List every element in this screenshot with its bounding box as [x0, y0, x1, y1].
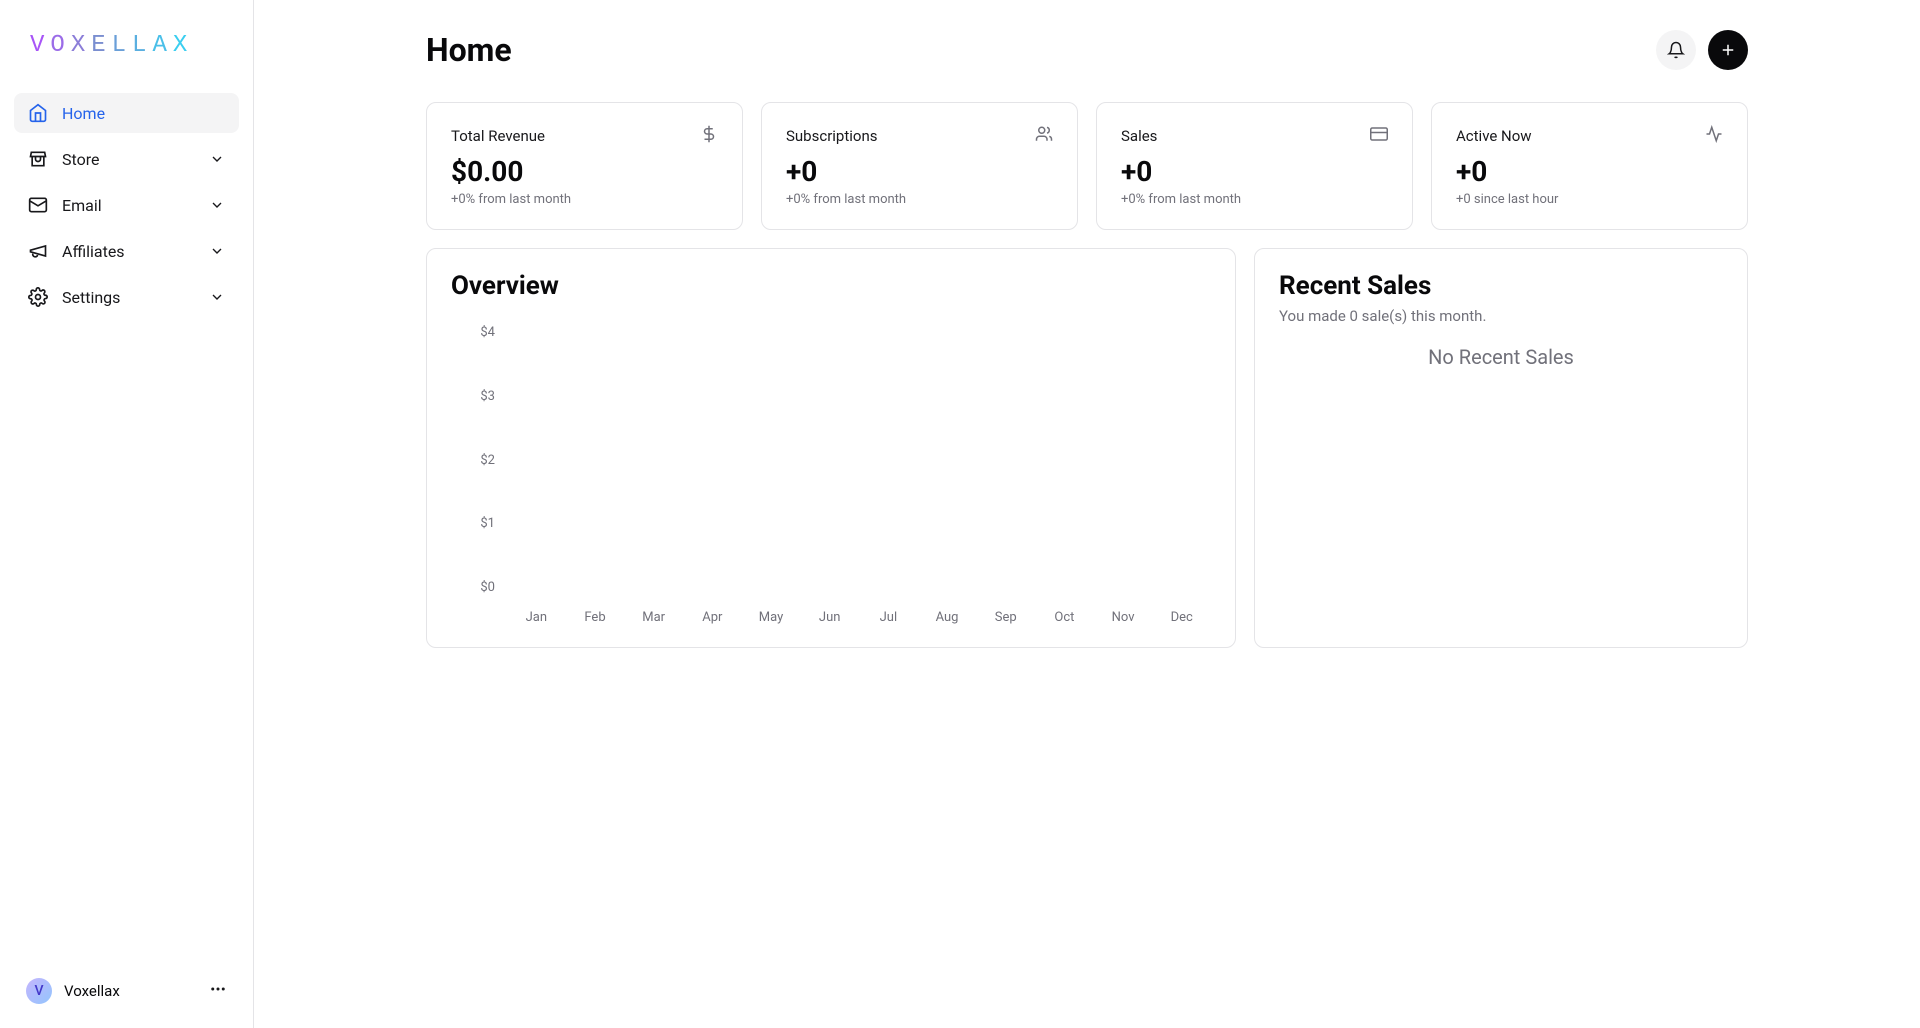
stat-sub: +0% from last month — [451, 192, 718, 207]
more-icon[interactable] — [209, 980, 227, 1002]
sidebar-item-label: Store — [62, 150, 99, 169]
brand-logo[interactable]: VOXELLAX — [14, 24, 239, 83]
x-tick: Apr — [683, 610, 742, 625]
y-tick: $3 — [451, 389, 507, 404]
chevron-down-icon — [209, 151, 225, 167]
chevron-down-icon — [209, 197, 225, 213]
add-button[interactable] — [1708, 30, 1748, 70]
x-tick: Oct — [1035, 610, 1094, 625]
y-tick: $1 — [451, 516, 507, 531]
stat-label: Subscriptions — [786, 127, 877, 145]
x-tick: Sep — [976, 610, 1035, 625]
mail-icon — [28, 195, 48, 215]
sidebar-item-label: Settings — [62, 288, 120, 307]
x-tick: May — [742, 610, 801, 625]
y-tick: $0 — [451, 580, 507, 595]
y-tick: $2 — [451, 453, 507, 468]
stat-label: Total Revenue — [451, 127, 545, 145]
x-tick: Jan — [507, 610, 566, 625]
chevron-down-icon — [209, 243, 225, 259]
stat-value: +0 — [786, 155, 1053, 188]
x-tick: Mar — [624, 610, 683, 625]
users-icon — [1035, 125, 1053, 147]
header-actions — [1656, 30, 1748, 70]
card-icon — [1370, 125, 1388, 147]
sidebar-item-label: Home — [62, 104, 105, 123]
home-icon — [28, 103, 48, 123]
stat-sub: +0% from last month — [786, 192, 1053, 207]
stat-card-sales: Sales +0 +0% from last month — [1096, 102, 1413, 230]
stat-sub: +0 since last hour — [1456, 192, 1723, 207]
stat-card-total-revenue: Total Revenue $0.00 +0% from last month — [426, 102, 743, 230]
stat-card-active-now: Active Now +0 +0 since last hour — [1431, 102, 1748, 230]
chart-y-axis: $4 $3 $2 $1 $0 — [451, 325, 507, 595]
x-tick: Aug — [918, 610, 977, 625]
sidebar-item-store[interactable]: Store — [14, 139, 239, 179]
x-tick: Jul — [859, 610, 918, 625]
sidebar-item-home[interactable]: Home — [14, 93, 239, 133]
stat-value: +0 — [1456, 155, 1723, 188]
sidebar: VOXELLAX Home Store Email Affiliates Set… — [0, 0, 254, 1028]
chart-x-axis: JanFebMarAprMayJunJulAugSepOctNovDec — [507, 610, 1211, 625]
sidebar-item-affiliates[interactable]: Affiliates — [14, 231, 239, 271]
page-title: Home — [426, 31, 512, 69]
megaphone-icon — [28, 241, 48, 261]
overview-title: Overview — [451, 271, 1211, 301]
stat-card-subscriptions: Subscriptions +0 +0% from last month — [761, 102, 1078, 230]
recent-subtitle: You made 0 sale(s) this month. — [1279, 307, 1723, 325]
dollar-icon — [700, 125, 718, 147]
sidebar-item-email[interactable]: Email — [14, 185, 239, 225]
x-tick: Dec — [1152, 610, 1211, 625]
sidebar-footer[interactable]: V Voxellax — [14, 970, 239, 1012]
stat-label: Active Now — [1456, 127, 1532, 145]
sidebar-item-settings[interactable]: Settings — [14, 277, 239, 317]
stat-sub: +0% from last month — [1121, 192, 1388, 207]
sidebar-item-label: Affiliates — [62, 242, 125, 261]
sidebar-nav: Home Store Email Affiliates Settings — [14, 93, 239, 317]
x-tick: Jun — [800, 610, 859, 625]
recent-empty: No Recent Sales — [1279, 345, 1723, 369]
recent-title: Recent Sales — [1279, 271, 1723, 301]
stats-row: Total Revenue $0.00 +0% from last month … — [426, 102, 1748, 230]
store-icon — [28, 149, 48, 169]
recent-sales-panel: Recent Sales You made 0 sale(s) this mon… — [1254, 248, 1748, 648]
page-header: Home — [426, 30, 1748, 70]
stat-value: $0.00 — [451, 155, 718, 188]
overview-chart: $4 $3 $2 $1 $0 JanFebMarAprMayJunJulAugSepOc… — [451, 325, 1211, 625]
footer-name: Voxellax — [64, 982, 120, 1000]
chevron-down-icon — [209, 289, 225, 305]
panels-row: Overview $4 $3 $2 $1 $0 JanFebMarAprMayJunJu… — [426, 248, 1748, 648]
sidebar-item-label: Email — [62, 196, 102, 215]
avatar: V — [26, 978, 52, 1004]
stat-value: +0 — [1121, 155, 1388, 188]
notifications-button[interactable] — [1656, 30, 1696, 70]
main-content: Home Total Revenue $0.00 +0% from last m… — [254, 0, 1920, 1028]
activity-icon — [1705, 125, 1723, 147]
x-tick: Feb — [566, 610, 625, 625]
x-tick: Nov — [1094, 610, 1153, 625]
gear-icon — [28, 287, 48, 307]
overview-panel: Overview $4 $3 $2 $1 $0 JanFebMarAprMayJunJu… — [426, 248, 1236, 648]
y-tick: $4 — [451, 325, 507, 340]
stat-label: Sales — [1121, 127, 1157, 145]
